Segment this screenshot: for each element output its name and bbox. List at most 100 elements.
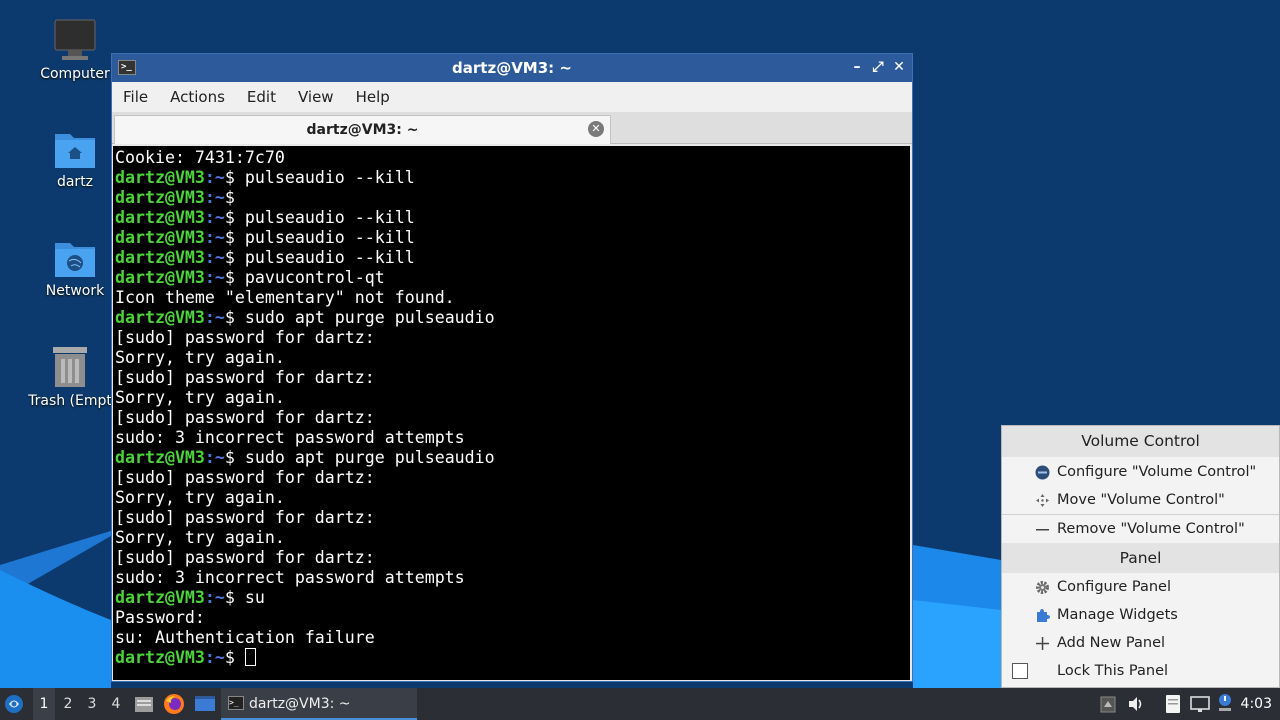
terminal-line: [sudo] password for dartz: <box>115 508 908 528</box>
prompt-suffix: $ <box>224 168 245 187</box>
terminal-line: Password: <box>115 608 908 628</box>
desktop-icon-label: Trash (Empt <box>28 393 112 409</box>
menu-item-label: Lock This Panel <box>1057 663 1169 679</box>
output-text: Icon theme "elementary" not found. <box>115 288 455 307</box>
output-text: [sudo] password for dartz: <box>115 328 375 347</box>
terminal-line: dartz@VM3:~$ pulseaudio --kill <box>115 208 908 228</box>
desktop-icon-network[interactable]: Network <box>25 237 125 299</box>
close-button[interactable]: ✕ <box>890 57 908 77</box>
menu-item-label: Configure "Volume Control" <box>1057 464 1257 480</box>
window-title: dartz@VM3: ~ <box>452 59 572 77</box>
desktop-icon-label: dartz <box>56 174 94 190</box>
lock-panel-item[interactable]: Lock This Panel <box>1002 657 1279 685</box>
terminal-line: dartz@VM3:~$ pulseaudio --kill <box>115 248 908 268</box>
command-text: pavucontrol-qt <box>244 268 385 287</box>
terminal-line: [sudo] password for dartz: <box>115 408 908 428</box>
desktop-icon-label: Network <box>45 283 105 299</box>
prompt-suffix: $ <box>224 308 245 327</box>
move-volume-control-item[interactable]: Move "Volume Control" <box>1002 486 1279 514</box>
maximize-button[interactable]: ⤢ <box>869 57 887 77</box>
prompt-user: dartz@VM3 <box>115 168 205 187</box>
prompt-user: dartz@VM3 <box>115 268 205 287</box>
output-text: [sudo] password for dartz: <box>115 548 375 567</box>
desktop-icon-home[interactable]: dartz <box>25 128 125 190</box>
terminal-line: Sorry, try again. <box>115 348 908 368</box>
tray-clipboard-icon[interactable] <box>1100 695 1116 713</box>
terminal-line: sudo: 3 incorrect password attempts <box>115 568 908 588</box>
tab-terminal[interactable]: dartz@VM3: ~ ✕ <box>114 115 611 144</box>
terminal-line: dartz@VM3:~$ su <box>115 588 908 608</box>
gear-icon <box>1036 581 1049 594</box>
tab-label: dartz@VM3: ~ <box>306 122 419 138</box>
menu-actions[interactable]: Actions <box>163 88 232 106</box>
menu-bar: File Actions Edit View Help <box>112 82 912 112</box>
volume-icon[interactable] <box>1127 695 1145 713</box>
desktop-icon-computer[interactable]: Computer <box>25 18 125 82</box>
workspace-2[interactable]: 2 <box>57 688 79 720</box>
output-text: Sorry, try again. <box>115 488 285 507</box>
network-monitor-icon[interactable] <box>1190 694 1210 714</box>
taskbar-window-terminal[interactable]: >_ dartz@VM3: ~ <box>221 688 417 720</box>
start-menu-icon[interactable] <box>4 694 24 714</box>
terminal-line: su: Authentication failure <box>115 628 908 648</box>
prompt-suffix: $ <box>224 588 245 607</box>
prompt-user: dartz@VM3 <box>115 248 205 267</box>
add-new-panel-item[interactable]: Add New Panel <box>1002 629 1279 657</box>
notes-icon[interactable] <box>1164 694 1182 714</box>
clock[interactable]: 4:03 <box>1241 688 1272 720</box>
prompt-suffix: $ <box>224 208 245 227</box>
menu-item-label: Remove "Volume Control" <box>1057 521 1245 537</box>
prompt-user: dartz@VM3 <box>115 588 205 607</box>
output-text: Sorry, try again. <box>115 528 285 547</box>
manage-widgets-item[interactable]: Manage Widgets <box>1002 601 1279 629</box>
computer-icon <box>54 19 96 60</box>
terminal-line: dartz@VM3:~$ pulseaudio --kill <box>115 228 908 248</box>
menu-item-label: Configure Panel <box>1057 579 1172 595</box>
terminal-line: Sorry, try again. <box>115 488 908 508</box>
prompt-user: dartz@VM3 <box>115 208 205 227</box>
output-text: su: Authentication failure <box>115 628 375 647</box>
prompt-path: :~ <box>204 188 225 207</box>
remove-volume-control-item[interactable]: Remove "Volume Control" <box>1002 515 1279 543</box>
output-text: [sudo] password for dartz: <box>115 368 375 387</box>
prompt-suffix: $ <box>224 228 245 247</box>
menu-view[interactable]: View <box>291 88 341 106</box>
prompt-suffix: $ <box>224 448 245 467</box>
desktop-icon-trash[interactable]: Trash (Empt <box>20 345 120 409</box>
plus-icon <box>1036 637 1049 650</box>
terminal-line: [sudo] password for dartz: <box>115 368 908 388</box>
prompt-suffix: $ <box>224 248 245 267</box>
terminal-line: Sorry, try again. <box>115 388 908 408</box>
configure-volume-control-item[interactable]: Configure "Volume Control" <box>1002 458 1279 486</box>
terminal-line: Sorry, try again. <box>115 528 908 548</box>
output-text: [sudo] password for dartz: <box>115 408 375 427</box>
update-notifier-icon[interactable] <box>1216 692 1234 714</box>
tab-bar: dartz@VM3: ~ ✕ <box>112 112 912 144</box>
menu-help[interactable]: Help <box>349 88 397 106</box>
configure-panel-item[interactable]: Configure Panel <box>1002 573 1279 601</box>
workspace-4[interactable]: 4 <box>105 688 127 720</box>
minimize-button[interactable]: – <box>848 57 866 77</box>
terminal-line: sudo: 3 incorrect password attempts <box>115 428 908 448</box>
puzzle-icon <box>1037 609 1050 622</box>
firefox-icon[interactable] <box>163 693 185 715</box>
terminal-line: dartz@VM3:~$ sudo apt purge pulseaudio <box>115 308 908 328</box>
lock-panel-checkbox[interactable] <box>1012 663 1028 679</box>
workspace-3[interactable]: 3 <box>81 688 103 720</box>
prompt-path: :~ <box>204 248 225 267</box>
terminal-icon: >_ <box>228 696 244 710</box>
prompt-suffix: $ <box>224 648 245 667</box>
prompt-path: :~ <box>204 208 225 227</box>
terminal-output[interactable]: Cookie: 7431:7c70 dartz@VM3:~$ pulseaudio… <box>113 146 910 680</box>
command-text: pulseaudio --kill <box>244 208 415 227</box>
workspace-1[interactable]: 1 <box>33 688 55 720</box>
menu-edit[interactable]: Edit <box>240 88 283 106</box>
prompt-user: dartz@VM3 <box>115 648 205 667</box>
menu-file[interactable]: File <box>116 88 155 106</box>
menu-section-volume-control: Volume Control <box>1002 426 1279 457</box>
tab-close-icon[interactable]: ✕ <box>588 121 604 137</box>
window-titlebar[interactable]: >_ dartz@VM3: ~ – ⤢ ✕ <box>112 54 912 82</box>
file-manager-icon[interactable] <box>134 694 154 714</box>
desktop-show-icon[interactable] <box>194 694 216 714</box>
terminal-line: dartz@VM3:~$ pavucontrol-qt <box>115 268 908 288</box>
